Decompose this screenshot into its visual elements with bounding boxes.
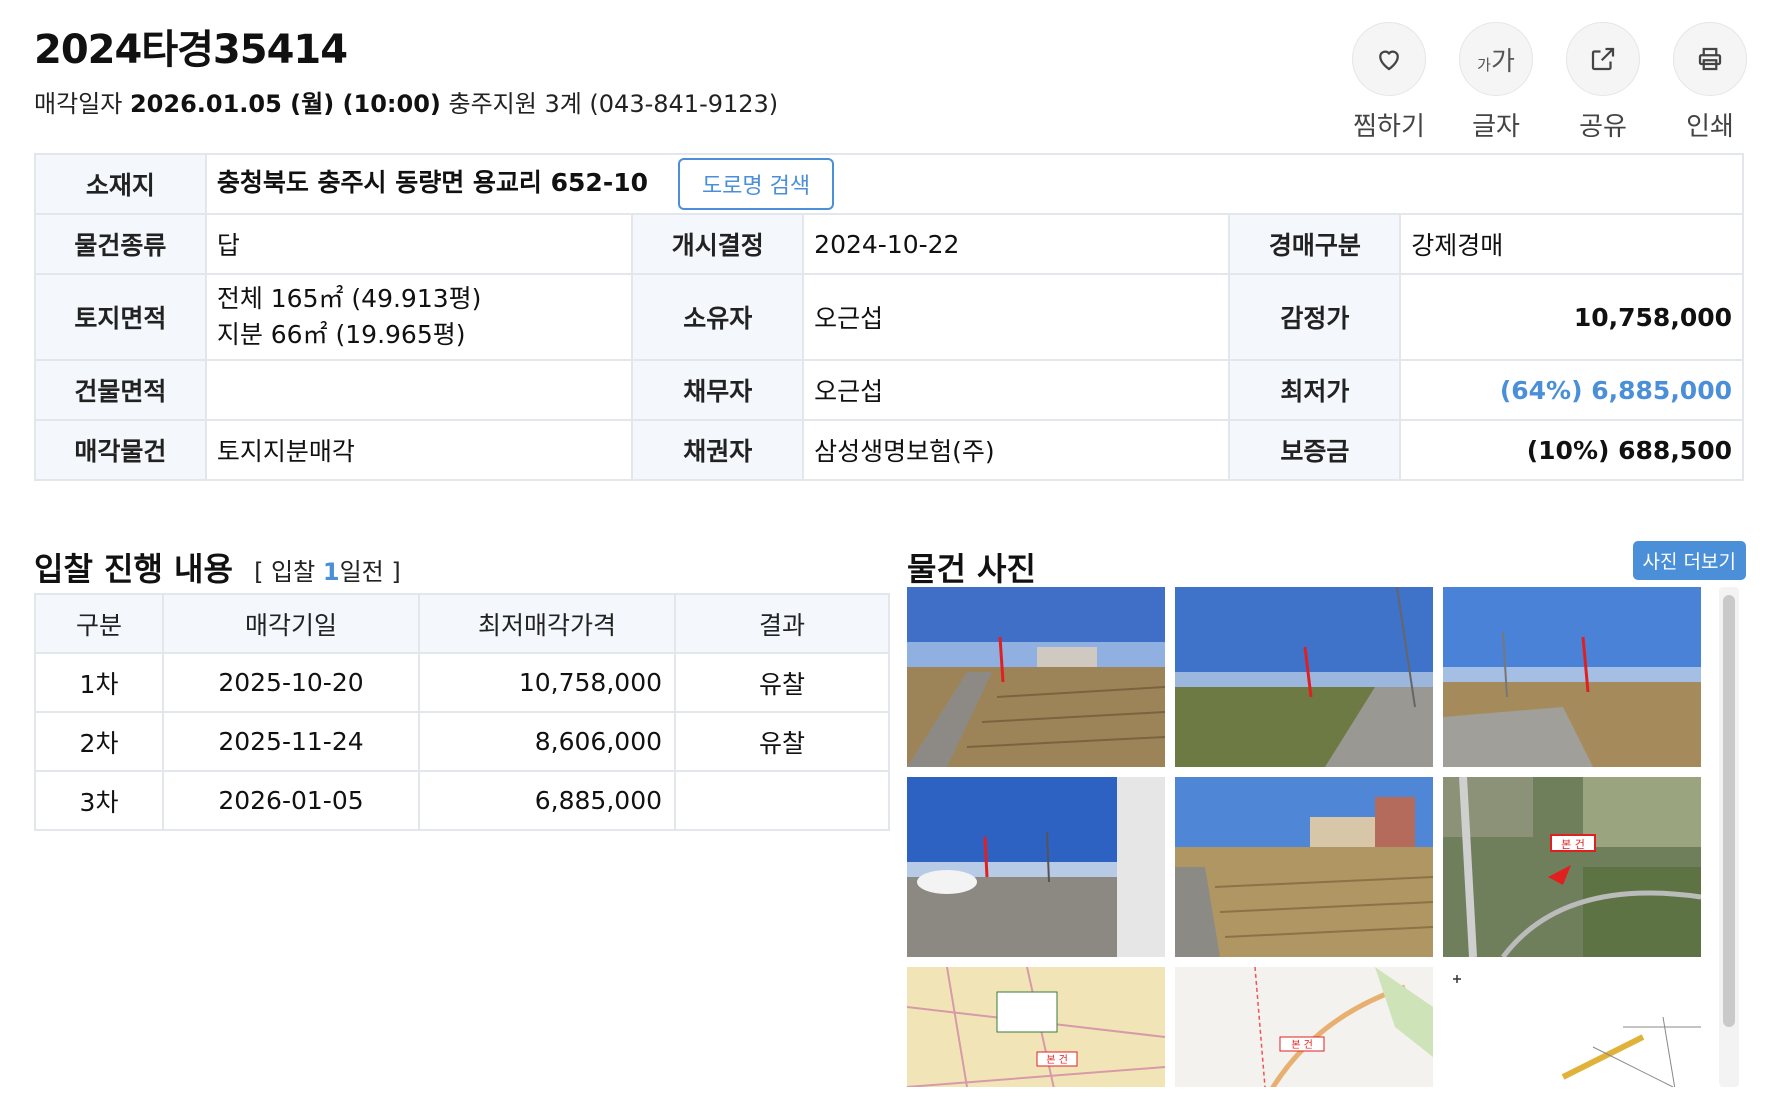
svg-text:본 건: 본 건 [1561, 838, 1585, 851]
column-header: 구분 [34, 593, 164, 654]
min-price-label: 최저가 [1228, 359, 1402, 421]
deposit-value: (10%) 688,500 [1399, 419, 1744, 481]
column-header: 결과 [674, 593, 890, 654]
aerial-map-thumbnail[interactable]: 본 건 [1443, 777, 1701, 957]
print-icon [1698, 47, 1722, 71]
photo-thumbnail[interactable] [1175, 777, 1433, 957]
building-area-label: 건물면적 [34, 359, 207, 421]
sale-item-label: 매각물건 [34, 419, 207, 481]
land-area-label: 토지면적 [34, 273, 207, 361]
favorite-button[interactable]: 찜하기 [1351, 22, 1427, 143]
bidding-history-table: 구분 매각기일 최저매각가격 결과 1차 2025-10-20 10,758,0… [34, 593, 890, 831]
photo-gallery: 본 건 본 건 본 건 [907, 587, 1739, 1087]
price-cell: 10,758,000 [418, 652, 676, 713]
photo-thumbnail[interactable] [907, 777, 1165, 957]
court-info: 충주지원 3계 (043-841-9123) [448, 90, 779, 118]
share-label: 공유 [1579, 112, 1627, 142]
auction-type-value: 강제경매 [1399, 213, 1744, 275]
svg-text:본 건: 본 건 [1046, 1054, 1068, 1066]
building-area-value [204, 359, 634, 421]
owner-label: 소유자 [631, 273, 805, 361]
deposit-label: 보증금 [1228, 419, 1402, 481]
address-cell: 충청북도 충주시 동량면 용교리 652-10 도로명 검색 [204, 153, 1745, 215]
owner-value: 오근섭 [802, 273, 1231, 361]
photo-thumbnail[interactable] [1443, 587, 1701, 767]
share-icon [1591, 47, 1615, 71]
item-type-label: 물건종류 [34, 213, 207, 275]
date-cell: 2025-11-24 [162, 711, 420, 772]
debtor-label: 채무자 [631, 359, 805, 421]
date-cell: 2025-10-20 [162, 652, 420, 713]
days-until-bid: [ 입찰 1일전 ] [254, 558, 401, 586]
price-cell: 8,606,000 [418, 711, 676, 772]
result-cell [674, 770, 890, 831]
svg-text:본 건: 본 건 [1291, 1039, 1313, 1051]
photo-thumbnail[interactable] [1175, 587, 1433, 767]
action-toolbar: 찜하기 가가 글자 공유 인쇄 [1351, 22, 1748, 143]
result-cell: 유찰 [674, 711, 890, 772]
start-decision-label: 개시결정 [631, 213, 805, 275]
column-header: 최저매각가격 [418, 593, 676, 654]
start-decision-value: 2024-10-22 [802, 213, 1231, 275]
land-area-total: 전체 165㎡ (49.913평) [216, 284, 482, 313]
creditor-label: 채권자 [631, 419, 805, 481]
round-cell: 3차 [34, 770, 164, 831]
font-size-button[interactable]: 가가 글자 [1458, 22, 1534, 143]
font-size-icon: 가가 [1477, 46, 1515, 77]
cadastral-map-thumbnail[interactable]: 본 건 [907, 967, 1165, 1087]
land-area-share: 지분 66㎡ (19.965평) [216, 320, 466, 349]
column-header: 매각기일 [162, 593, 420, 654]
road-name-search-button[interactable]: 도로명 검색 [677, 158, 835, 210]
address-label: 소재지 [34, 153, 207, 215]
sale-info: 매각일자 2026.01.05 (월) (10:00) 충주지원 3계 (043… [34, 84, 778, 119]
appraisal-label: 감정가 [1228, 273, 1402, 361]
price-cell: 6,885,000 [418, 770, 676, 831]
photo-thumbnail[interactable] [907, 587, 1165, 767]
road-map-thumbnail[interactable]: 본 건 [1175, 967, 1433, 1087]
result-cell: 유찰 [674, 652, 890, 713]
sale-item-value: 토지지분매각 [204, 419, 634, 481]
share-button[interactable]: 공유 [1565, 22, 1641, 143]
days-left-count: 1 [322, 558, 340, 586]
more-photos-button[interactable]: 사진 더보기 [1632, 541, 1746, 580]
item-type-value: 답 [204, 213, 634, 275]
font-size-label: 글자 [1472, 112, 1520, 142]
sale-date-label: 매각일자 [34, 90, 123, 118]
photos-title: 물건 사진 [907, 550, 1036, 588]
table-row: 매각물건 토지지분매각 채권자 삼성생명보험(주) 보증금 (10%) 688,… [34, 419, 1744, 481]
round-cell: 1차 [34, 652, 164, 713]
bidding-title: 입찰 진행 내용 [34, 550, 233, 588]
sale-datetime: 2026.01.05 (월) (10:00) [129, 90, 441, 118]
date-cell: 2026-01-05 [162, 770, 420, 831]
bidding-section-title: 입찰 진행 내용 [ 입찰 1일전 ] [34, 544, 401, 590]
gallery-scrollbar[interactable] [1719, 587, 1739, 1087]
favorite-label: 찜하기 [1353, 112, 1425, 142]
min-price-value: (64%) 6,885,000 [1399, 359, 1744, 421]
round-cell: 2차 [34, 711, 164, 772]
print-label: 인쇄 [1686, 112, 1734, 142]
creditor-value: 삼성생명보험(주) [802, 419, 1231, 481]
table-header-row: 구분 매각기일 최저매각가격 결과 [34, 593, 890, 654]
table-row: 토지면적 전체 165㎡ (49.913평) 지분 66㎡ (19.965평) … [34, 273, 1744, 361]
table-row: 2차 2025-11-24 8,606,000 유찰 [34, 711, 890, 772]
survey-map-thumbnail[interactable] [1443, 967, 1701, 1087]
table-row: 1차 2025-10-20 10,758,000 유찰 [34, 652, 890, 713]
table-row: 소재지 충청북도 충주시 동량면 용교리 652-10 도로명 검색 [34, 153, 1745, 215]
case-header: 2024타경35414 매각일자 2026.01.05 (월) (10:00) … [34, 22, 778, 119]
property-info-table: 소재지 충청북도 충주시 동량면 용교리 652-10 도로명 검색 물건종류 … [34, 153, 1745, 481]
debtor-value: 오근섭 [802, 359, 1231, 421]
appraisal-value: 10,758,000 [1399, 273, 1744, 361]
case-number: 2024타경35414 [34, 27, 348, 73]
gallery-scroll-thumb[interactable] [1723, 595, 1735, 1027]
print-button[interactable]: 인쇄 [1672, 22, 1748, 143]
table-row: 물건종류 답 개시결정 2024-10-22 경매구분 강제경매 [34, 213, 1744, 275]
table-row: 3차 2026-01-05 6,885,000 [34, 770, 890, 831]
auction-type-label: 경매구분 [1228, 213, 1402, 275]
table-row: 건물면적 채무자 오근섭 최저가 (64%) 6,885,000 [34, 359, 1744, 421]
heart-icon [1379, 50, 1399, 71]
land-area-value: 전체 165㎡ (49.913평) 지분 66㎡ (19.965평) [204, 273, 634, 361]
address-value: 충청북도 충주시 동량면 용교리 652-10 [216, 168, 648, 197]
